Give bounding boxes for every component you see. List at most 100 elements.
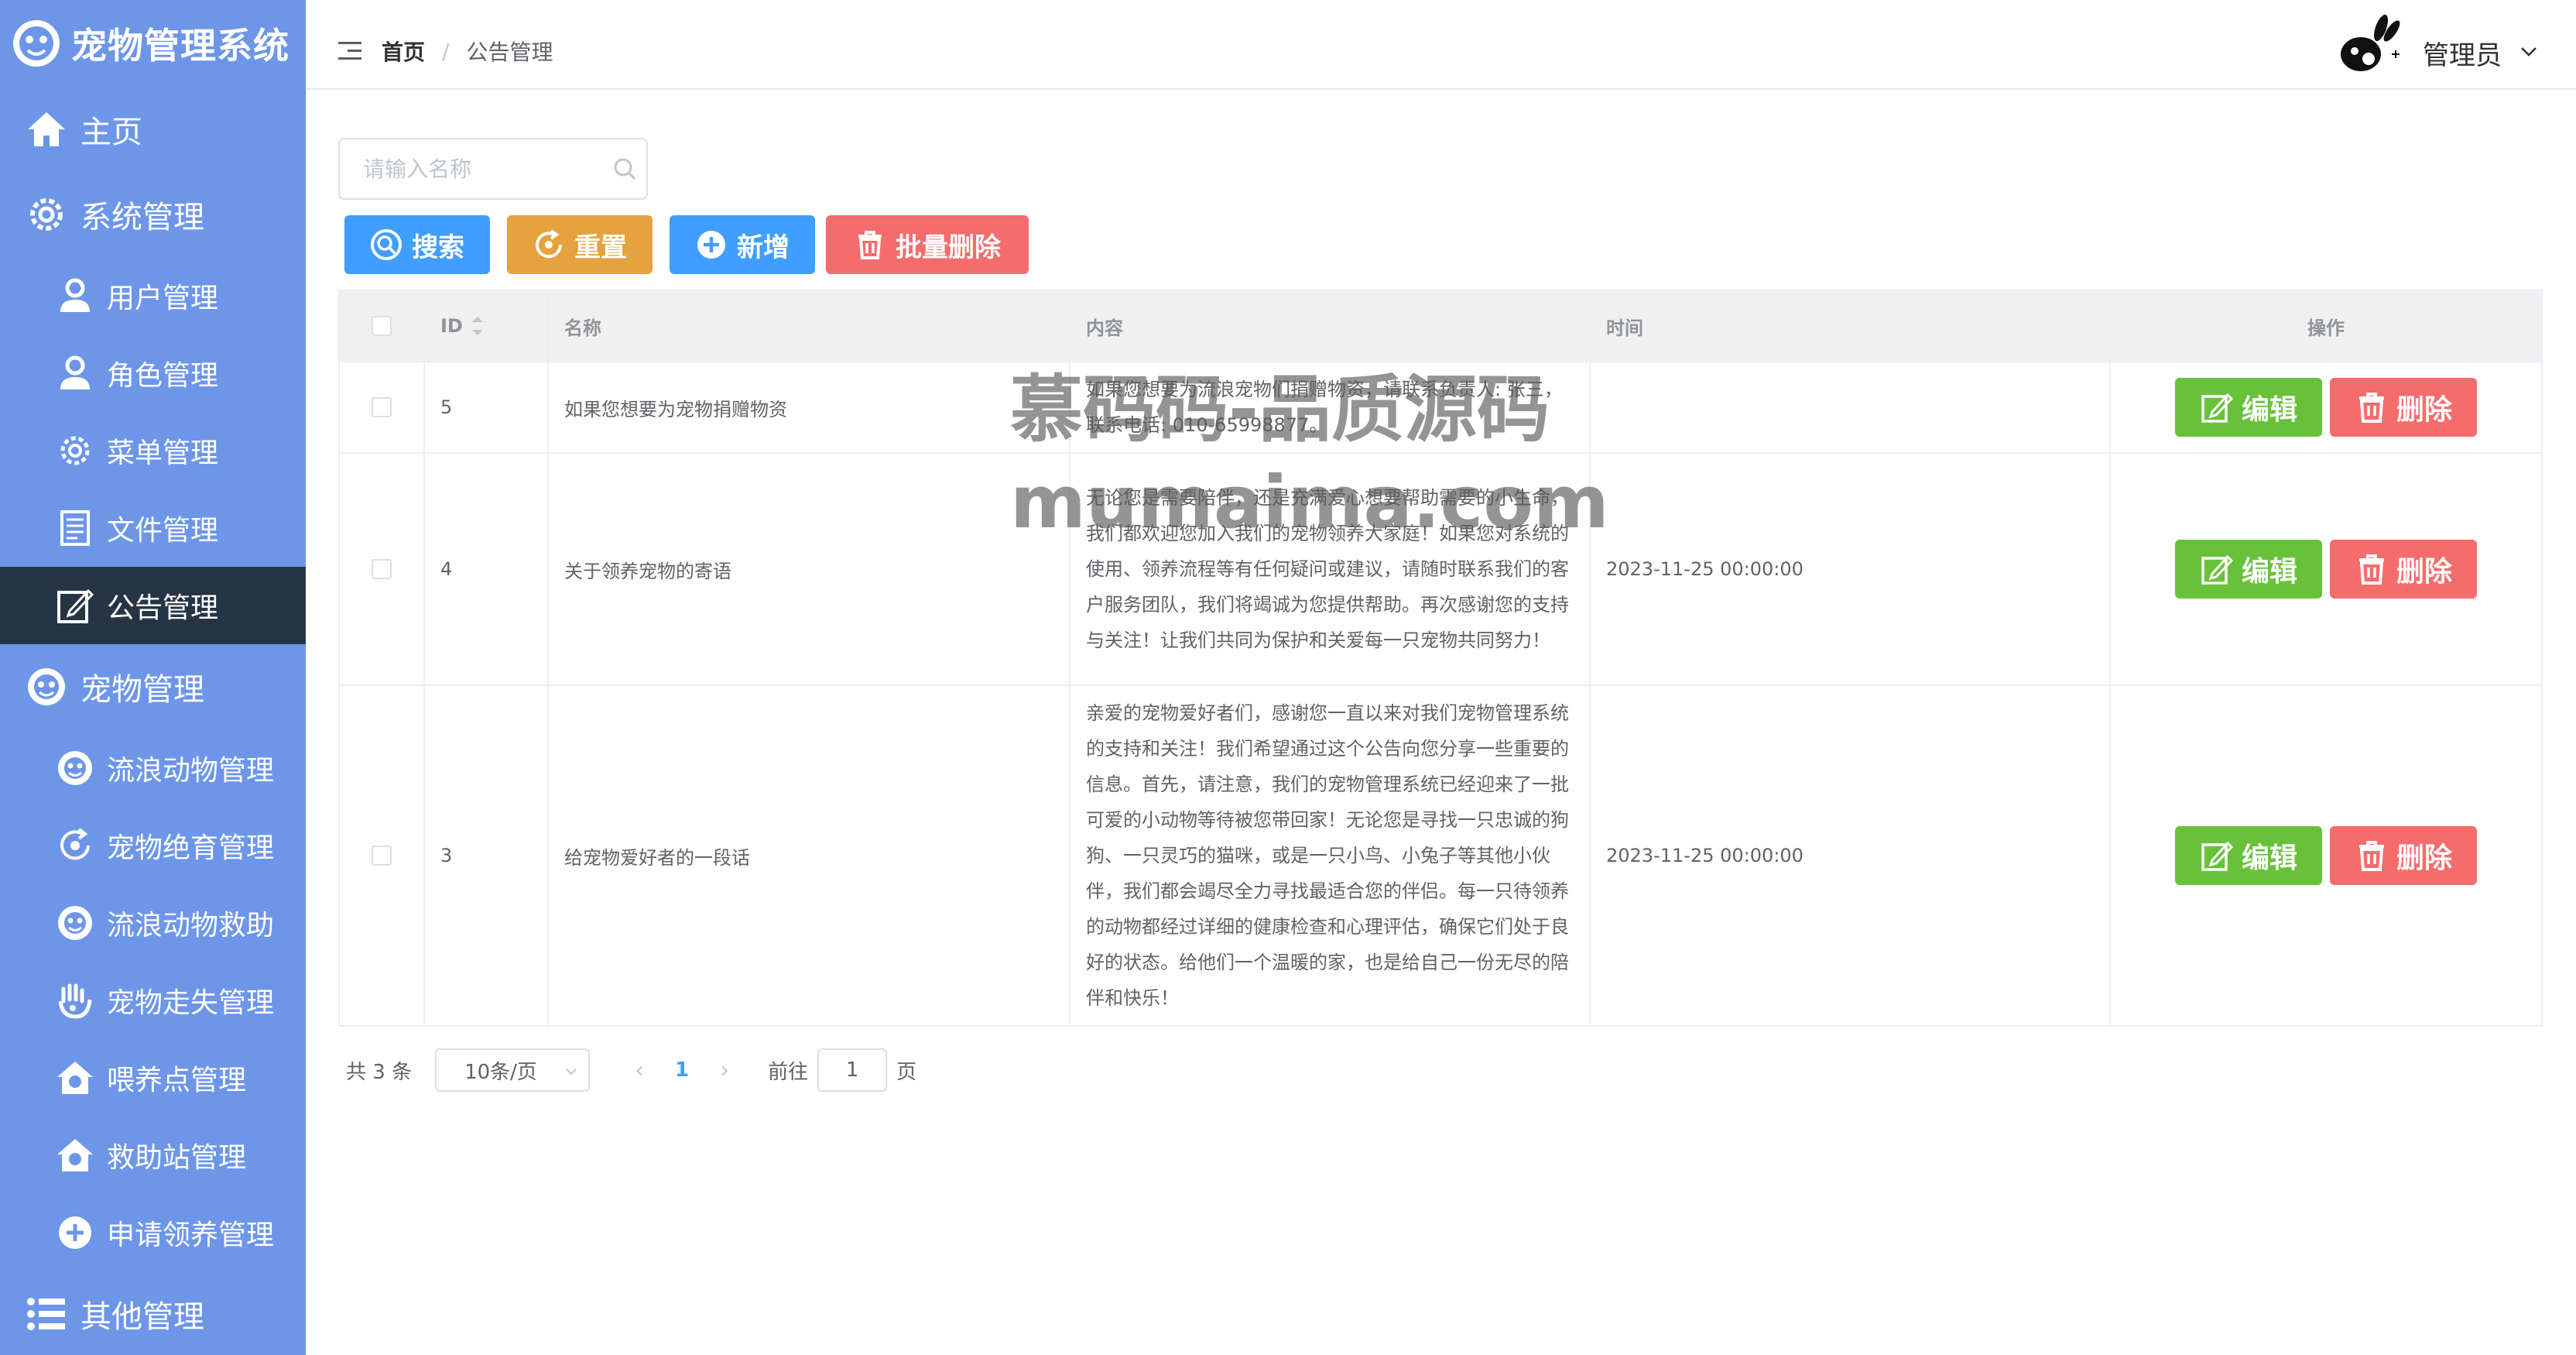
document-icon	[60, 510, 90, 546]
sidebar-item-feeding-points[interactable]: 喂养点管理	[0, 1039, 306, 1117]
sidebar-item-label: 文件管理	[107, 515, 219, 547]
pagination-total: 共 3 条	[346, 1060, 413, 1084]
edit-label: 编辑	[2241, 556, 2297, 588]
row-actions: 编辑 删除	[2111, 686, 2543, 1025]
sidebar-item-stray-rescue[interactable]: 流浪动物救助	[0, 884, 306, 962]
table-row: 5 如果您想要为宠物捐赠物资 如果您想要为流浪宠物们捐赠物资，请联系负责人: 张…	[340, 362, 2543, 454]
trash-icon	[2358, 554, 2384, 585]
sidebar-item-notices[interactable]: 公告管理	[0, 567, 306, 644]
breadcrumb-home[interactable]: 首页	[382, 36, 425, 67]
sidebar-item-files[interactable]: 文件管理	[0, 489, 306, 567]
sort-icon[interactable]	[471, 317, 485, 335]
header-op: 操作	[2111, 291, 2543, 361]
edit-button[interactable]: 编辑	[2175, 378, 2322, 437]
app-logo: 宠物管理系统	[0, 0, 306, 87]
user-name[interactable]: 管理员	[2423, 34, 2502, 72]
sidebar-item-sterilization[interactable]: 宠物绝育管理	[0, 807, 306, 884]
page-number-1[interactable]: 1	[655, 1058, 709, 1082]
house-icon	[57, 1062, 93, 1094]
sidebar-item-label: 用户管理	[107, 283, 219, 314]
edit-icon	[2201, 393, 2234, 423]
page-size-value: 10条/页	[464, 1060, 537, 1084]
user-icon	[60, 355, 90, 389]
menu-toggle-icon[interactable]	[338, 42, 361, 60]
header-content: 内容	[1070, 291, 1591, 361]
plus-circle-icon	[697, 231, 725, 259]
add-button[interactable]: 新增	[670, 215, 815, 274]
sidebar-item-adoption[interactable]: 申请领养管理	[0, 1194, 306, 1271]
reset-button-label: 重置	[574, 232, 627, 263]
delete-button[interactable]: 删除	[2330, 378, 2477, 437]
batch-delete-label: 批量删除	[896, 232, 1001, 263]
row-time: 2023-11-25 00:00:00	[1591, 686, 2111, 1025]
search-icon[interactable]	[612, 156, 637, 181]
sidebar-item-home[interactable]: 主页	[0, 87, 306, 172]
row-time: 2023-11-25 00:00:00	[1591, 454, 2111, 684]
breadcrumb: 首页 / 公告管理	[382, 36, 553, 67]
select-all-checkbox[interactable]	[372, 316, 392, 336]
goto-suffix: 页	[896, 1060, 917, 1084]
edit-button[interactable]: 编辑	[2175, 540, 2322, 599]
reset-button[interactable]: 重置	[507, 215, 653, 274]
next-page-button[interactable]: ›	[709, 1057, 740, 1084]
sidebar-item-label: 申请领养管理	[107, 1220, 275, 1251]
row-content: 如果您想要为流浪宠物们捐赠物资，请联系负责人: 张三，联系电话: 010-659…	[1070, 362, 1591, 452]
gear-icon	[30, 198, 63, 231]
pagination: 共 3 条 10条/页 ‹ 1 › 前往 1 页	[346, 1048, 916, 1092]
trash-icon	[858, 231, 882, 259]
breadcrumb-current: 公告管理	[466, 39, 553, 65]
pet-icon	[28, 668, 65, 705]
sidebar-item-label: 菜单管理	[107, 437, 219, 469]
page-size-select[interactable]: 10条/页	[435, 1048, 591, 1092]
sidebar-item-label: 系统管理	[80, 200, 204, 235]
sidebar-item-menus[interactable]: 菜单管理	[0, 412, 306, 489]
edit-icon	[2201, 841, 2234, 871]
row-checkbox[interactable]	[372, 559, 392, 579]
sidebar-item-label: 流浪动物管理	[107, 755, 275, 787]
hand-icon	[58, 983, 92, 1019]
chevron-down-icon[interactable]	[2519, 42, 2538, 60]
row-id: 3	[425, 686, 549, 1025]
row-actions: 编辑 删除	[2111, 362, 2543, 452]
sidebar-item-other[interactable]: 其他管理	[0, 1271, 306, 1355]
search-button-label: 搜索	[412, 232, 464, 263]
row-name: 给宠物爱好者的一段话	[549, 686, 1070, 1025]
search-input[interactable]	[340, 139, 587, 198]
sidebar-item-label: 宠物走失管理	[107, 987, 275, 1019]
home-icon	[28, 112, 65, 146]
goto-page-input[interactable]: 1	[817, 1048, 888, 1092]
sidebar-item-stray-animals[interactable]: 流浪动物管理	[0, 729, 306, 807]
edit-icon	[57, 588, 94, 623]
delete-button[interactable]: 删除	[2330, 540, 2477, 599]
sidebar-item-lost-pets[interactable]: 宠物走失管理	[0, 962, 306, 1039]
batch-delete-button[interactable]: 批量删除	[826, 215, 1029, 274]
row-id: 4	[425, 454, 549, 684]
header-id[interactable]: ID	[425, 291, 549, 361]
goto-prefix: 前往	[768, 1060, 809, 1084]
sidebar-item-system[interactable]: 系统管理	[0, 172, 306, 257]
row-name: 关于领养宠物的寄语	[549, 454, 1070, 684]
row-actions: 编辑 删除	[2111, 454, 2543, 684]
user-icon	[60, 278, 90, 312]
sidebar-item-roles[interactable]: 角色管理	[0, 334, 306, 412]
delete-button[interactable]: 删除	[2330, 826, 2477, 885]
app-title: 宠物管理系统	[71, 25, 289, 67]
sidebar-item-users[interactable]: 用户管理	[0, 257, 306, 334]
gear-icon	[60, 436, 90, 465]
avatar[interactable]	[2338, 12, 2403, 77]
edit-label: 编辑	[2241, 394, 2297, 426]
row-checkbox[interactable]	[372, 397, 392, 417]
plus-circle-icon	[59, 1216, 91, 1249]
sidebar-item-label: 其他管理	[80, 1299, 204, 1335]
row-checkbox[interactable]	[372, 846, 392, 866]
pet-icon	[58, 906, 92, 940]
pet-logo-icon	[13, 20, 60, 67]
search-button[interactable]: 搜索	[344, 215, 490, 274]
sidebar-item-pets[interactable]: 宠物管理	[0, 644, 306, 729]
edit-button[interactable]: 编辑	[2175, 826, 2322, 885]
delete-label: 删除	[2396, 394, 2452, 426]
row-content-text: 无论您是需要陪伴，还是充满爱心想要帮助需要的小生命，我们都欢迎您加入我们的宠物领…	[1086, 487, 1569, 651]
prev-page-button[interactable]: ‹	[624, 1057, 655, 1084]
sidebar-item-rescue-stations[interactable]: 救助站管理	[0, 1117, 306, 1194]
trash-icon	[2358, 393, 2384, 423]
